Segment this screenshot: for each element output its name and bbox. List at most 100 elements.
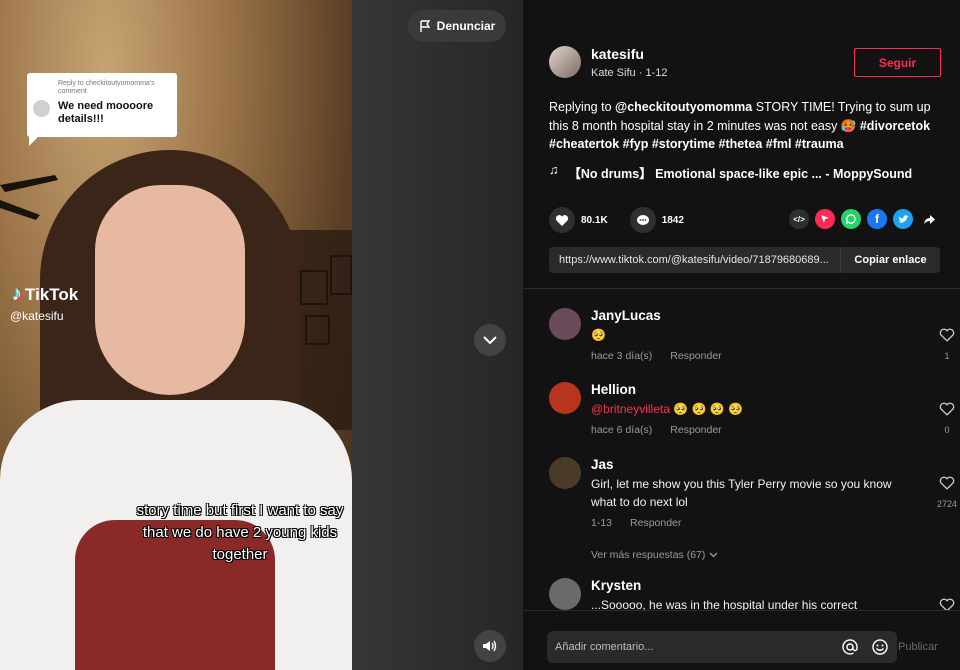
comment-body: Jas Girl, let me show you this Tyler Per… [591, 457, 896, 529]
desc-prefix: Replying to [549, 100, 616, 114]
volume-icon [483, 640, 497, 652]
picture-frame [330, 255, 352, 295]
follow-button[interactable]: Seguir [854, 48, 941, 77]
heart-icon [555, 214, 569, 226]
comment-username[interactable]: JanyLucas [591, 308, 896, 323]
comment-like-count: 1 [944, 351, 950, 361]
comment-reply-button[interactable]: Responder [630, 517, 681, 529]
comment-reply-button[interactable]: Responder [670, 424, 721, 436]
chevron-down-icon [709, 552, 718, 558]
tiktok-logo-text: TikTok [25, 284, 79, 304]
reply-card-context: Reply to checkitoutyomomma's comment [58, 80, 155, 95]
comment-date: hace 3 día(s) [591, 350, 653, 362]
share-link-box: https://www.tiktok.com/@katesifu/video/7… [549, 247, 940, 273]
like-count: 80.1K [581, 214, 608, 226]
music-info[interactable]: ♫ 【No drums】 Emotional space-like epic .… [549, 163, 912, 182]
ceiling-fan-graphic [0, 175, 58, 220]
picture-frame [305, 315, 330, 345]
comment-like[interactable]: 1 [936, 328, 958, 361]
comment-emojis: 🥺 🥺 🥺 🥺 [669, 402, 743, 416]
comment-like[interactable]: 2724 [936, 476, 958, 509]
comment-body: Hellion @britneyvilleta 🥺 🥺 🥺 🥺 hace 6 d… [591, 382, 896, 436]
embed-button[interactable]: </> [789, 209, 809, 229]
reply-card-text: We need moooore details!!! [58, 100, 154, 125]
comment-input-bar: Publicar [523, 610, 960, 670]
post-comment-button[interactable]: Publicar [898, 641, 938, 653]
report-button[interactable]: Denunciar [408, 10, 506, 42]
comment-avatar[interactable] [549, 578, 581, 610]
author-display-name: Kate Sifu [591, 67, 636, 79]
emoji-button[interactable] [867, 634, 893, 660]
volume-button[interactable] [474, 630, 506, 662]
heart-outline-icon [939, 328, 955, 342]
picture-frame [300, 270, 328, 305]
more-share-button[interactable] [919, 209, 939, 229]
whatsapp-share-button[interactable] [841, 209, 861, 229]
reply-card-avatar [33, 100, 50, 117]
send-icon [821, 215, 829, 223]
author-info[interactable]: katesifu Kate Sifu · 1-12 [549, 46, 667, 79]
comment-text: @britneyvilleta 🥺 🥺 🥺 🥺 [591, 400, 896, 418]
music-note-icon: ♫ [549, 163, 559, 177]
like-button[interactable] [549, 207, 575, 233]
comment-button[interactable] [629, 207, 656, 233]
mention-button[interactable] [837, 634, 863, 660]
flag-icon [419, 19, 430, 32]
video-area: Reply to checkitoutyomomma's comment We … [0, 0, 523, 670]
copy-link-button[interactable]: Copiar enlace [840, 247, 940, 273]
comment-list[interactable]: JanyLucas 🥺 hace 3 día(s) Responder 1 He… [523, 289, 960, 610]
share-arrow-icon [923, 214, 935, 224]
author-username[interactable]: katesifu [591, 46, 667, 62]
share-buttons: </> f [789, 209, 939, 229]
report-label: Denunciar [436, 19, 496, 33]
facebook-share-button[interactable]: f [867, 209, 887, 229]
comment-like[interactable] [936, 598, 958, 610]
comment-date: hace 6 día(s) [591, 424, 653, 436]
post-date: 1-12 [645, 67, 668, 79]
comment-username[interactable]: Hellion [591, 382, 896, 397]
comment-meta: hace 3 día(s) Responder [591, 350, 896, 362]
send-to-friends-button[interactable] [815, 209, 835, 229]
music-title[interactable]: 【No drums】 Emotional space-like epic ...… [568, 163, 912, 182]
comment-reply-button[interactable]: Responder [670, 350, 721, 362]
view-more-replies-button[interactable]: Ver más respuestas (67) [591, 549, 718, 561]
reply-comment-card: Reply to checkitoutyomomma's comment We … [27, 73, 177, 146]
chevron-down-icon [483, 336, 497, 345]
author-subline: Kate Sifu · 1-12 [591, 67, 667, 79]
video-player[interactable]: Reply to checkitoutyomomma's comment We … [0, 0, 352, 670]
comment-text: ...Sooooo, he was in the hospital under … [591, 598, 858, 610]
comment-avatar[interactable] [549, 308, 581, 340]
embed-icon: </> [793, 214, 805, 224]
video-description: Replying to @checkitoutyomomma STORY TIM… [549, 98, 949, 154]
twitter-icon [897, 214, 909, 223]
emoji-icon [872, 639, 888, 655]
video-caption: story time but first I want to say that … [136, 502, 344, 563]
comment-count: 1842 [661, 214, 684, 226]
share-link-url[interactable]: https://www.tiktok.com/@katesifu/video/7… [549, 254, 840, 266]
details-panel: katesifu Kate Sifu · 1-12 Seguir Replyin… [523, 0, 960, 670]
comment-like[interactable]: 0 [936, 402, 958, 435]
comment-input-box [547, 631, 897, 663]
author-avatar[interactable] [549, 46, 581, 78]
tiktok-note-icon: ♪ [12, 283, 22, 305]
comment-body: JanyLucas 🥺 hace 3 día(s) Responder [591, 308, 896, 362]
comment-like-count: 0 [944, 425, 950, 435]
comment-text: Girl, let me show you this Tyler Perry m… [591, 477, 892, 509]
heart-outline-icon [939, 598, 955, 610]
comment-avatar[interactable] [549, 382, 581, 414]
next-video-button[interactable] [474, 324, 506, 356]
comment-icon [636, 214, 649, 225]
comment-input[interactable] [547, 641, 837, 653]
comment-body: Krysten ...Sooooo, he was in the hospita… [591, 578, 896, 610]
desc-mention[interactable]: @checkitoutyomomma [615, 100, 752, 114]
comment-username[interactable]: Jas [591, 457, 896, 472]
heart-outline-icon [939, 402, 955, 416]
comment-mention[interactable]: @britneyvilleta [591, 402, 670, 416]
twitter-share-button[interactable] [893, 209, 913, 229]
comment-avatar[interactable] [549, 457, 581, 489]
comment-username[interactable]: Krysten [591, 578, 896, 593]
person-face [95, 185, 245, 395]
view-more-replies-label: Ver más respuestas (67) [591, 549, 706, 561]
engagement-stats: 80.1K 1842 [549, 207, 706, 233]
whatsapp-icon [845, 214, 856, 225]
